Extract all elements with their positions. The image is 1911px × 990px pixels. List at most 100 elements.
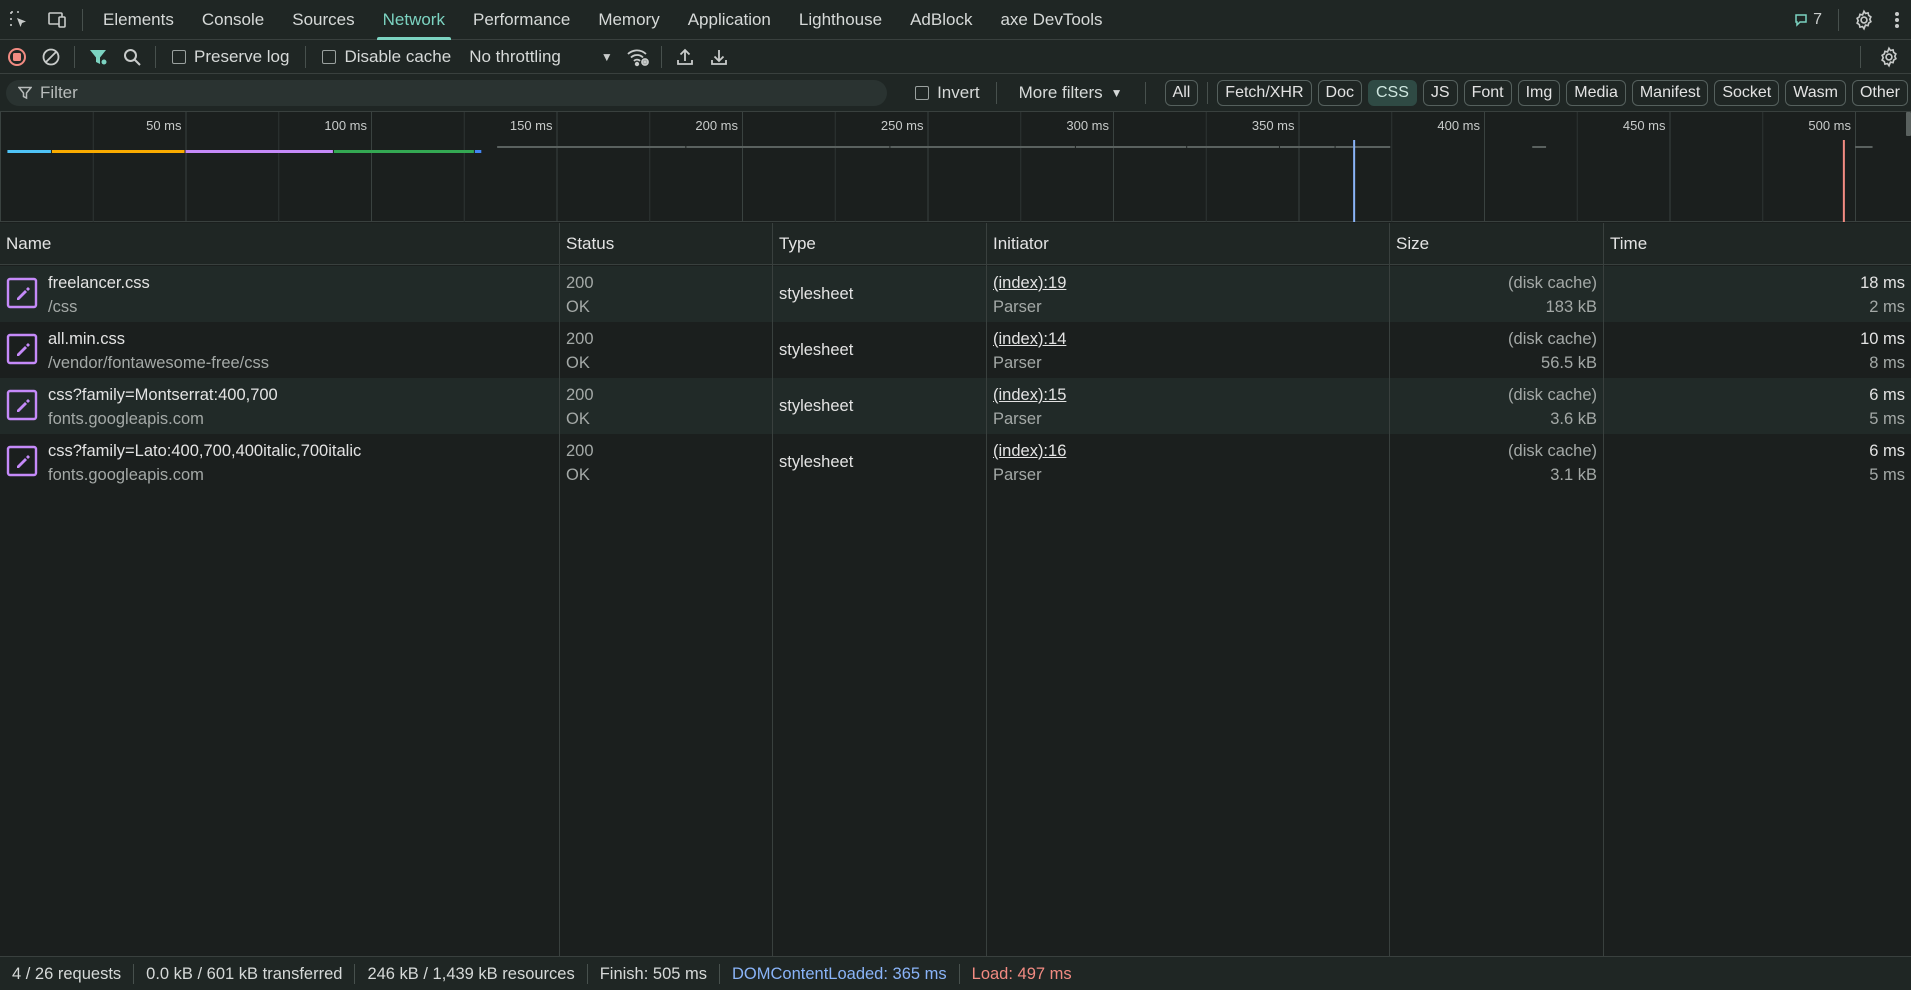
preserve-log-label: Preserve log <box>194 46 290 66</box>
column-divider[interactable] <box>986 223 987 956</box>
request-row[interactable]: css?family=Lato:400,700,400italic,700ita… <box>0 434 1911 490</box>
column-header-status[interactable]: Status <box>560 223 772 265</box>
filter-type-all[interactable]: All <box>1164 79 1199 106</box>
status-text: OK <box>566 410 590 428</box>
filter-type-manifest[interactable]: Manifest <box>1631 79 1709 106</box>
initiator-link[interactable]: (index):16 <box>993 442 1066 460</box>
checkbox-box[interactable] <box>172 49 186 64</box>
name-cell[interactable]: all.min.css /vendor/fontawesome-free/css <box>0 322 559 378</box>
request-bar <box>1187 146 1279 148</box>
network-settings-gear-icon[interactable] <box>1867 40 1911 74</box>
total-time: 18 ms <box>1860 274 1905 292</box>
size-cell: (disk cache) 3.6 kB <box>1390 378 1603 434</box>
initiator-link[interactable]: (index):14 <box>993 330 1066 348</box>
column-header-type[interactable]: Type <box>773 223 986 265</box>
tab-sources[interactable]: Sources <box>278 0 368 40</box>
settings-gear-icon[interactable] <box>1845 0 1883 40</box>
preserve-log-checkbox[interactable]: Preserve log <box>162 47 299 67</box>
separator <box>305 45 307 68</box>
request-name: css?family=Lato:400,700,400italic,700ita… <box>48 442 362 460</box>
request-table-header: Name Status Type Initiator Size Time <box>0 223 1911 265</box>
issues-counter[interactable]: 7 <box>1784 11 1832 29</box>
request-name: all.min.css <box>48 330 126 348</box>
device-toolbar-icon[interactable] <box>38 0 76 40</box>
initiator-cell: (index):19 Parser <box>987 266 1389 322</box>
import-har-icon[interactable] <box>668 40 702 74</box>
request-bar <box>686 146 890 148</box>
export-har-icon[interactable] <box>702 40 736 74</box>
request-row[interactable]: all.min.css /vendor/fontawesome-free/css… <box>0 322 1911 378</box>
timeline-tick-label: 300 ms <box>1066 118 1109 133</box>
search-icon[interactable] <box>115 40 149 74</box>
status-code: 200 <box>566 274 594 292</box>
tab-network[interactable]: Network <box>369 0 459 40</box>
clear-icon[interactable] <box>34 40 68 74</box>
filter-type-js[interactable]: JS <box>1422 79 1458 106</box>
total-time: 10 ms <box>1860 330 1905 348</box>
filter-input[interactable]: Filter <box>6 79 888 106</box>
name-cell[interactable]: css?family=Lato:400,700,400italic,700ita… <box>0 434 559 490</box>
name-cell[interactable]: freelancer.css /css <box>0 266 559 322</box>
filter-type-wasm[interactable]: Wasm <box>1785 79 1846 106</box>
column-divider[interactable] <box>1389 223 1390 956</box>
checkbox-box[interactable] <box>322 49 337 64</box>
tab-adblock[interactable]: AdBlock <box>896 0 986 40</box>
filter-type-css[interactable]: CSS <box>1368 79 1417 106</box>
request-row[interactable]: freelancer.css /css 200 OK stylesheet (i… <box>0 266 1911 322</box>
column-divider[interactable] <box>559 223 560 956</box>
disable-cache-checkbox[interactable]: Disable cache <box>312 47 461 67</box>
timeline-tick-label: 250 ms <box>881 118 924 133</box>
column-header-initiator[interactable]: Initiator <box>987 223 1389 265</box>
resource-type: stylesheet <box>779 452 854 471</box>
filter-type-socket[interactable]: Socket <box>1714 79 1780 106</box>
initiator-link[interactable]: (index):15 <box>993 386 1066 404</box>
filter-type-img[interactable]: Img <box>1517 79 1561 106</box>
stop-recording-icon[interactable] <box>0 40 34 74</box>
total-time: 6 ms <box>1869 442 1905 460</box>
request-bar <box>51 150 185 153</box>
request-bar <box>890 146 1075 148</box>
tab-lighthouse[interactable]: Lighthouse <box>785 0 896 40</box>
status-code: 200 <box>566 386 594 404</box>
tab-memory[interactable]: Memory <box>584 0 673 40</box>
size-cell: (disk cache) 183 kB <box>1390 266 1603 322</box>
filter-type-fetch-xhr[interactable]: Fetch/XHR <box>1217 79 1312 106</box>
more-options-icon[interactable] <box>1883 0 1911 40</box>
overview-timeline[interactable]: 50 ms 100 ms 150 ms 200 ms 250 ms 300 ms 350 m… <box>0 112 1911 222</box>
status-cell: 200 OK <box>560 378 772 434</box>
column-header-name[interactable]: Name <box>0 223 559 265</box>
filter-type-doc[interactable]: Doc <box>1317 79 1362 106</box>
column-header-time[interactable]: Time <box>1604 223 1911 265</box>
tab-axe-devtools[interactable]: axe DevTools <box>986 0 1116 40</box>
throttling-select[interactable]: No throttling ▼ <box>461 47 621 67</box>
name-cell[interactable]: css?family=Montserrat:400,700 fonts.goog… <box>0 378 559 434</box>
filter-type-other[interactable]: Other <box>1851 79 1908 106</box>
column-divider[interactable] <box>772 223 773 956</box>
inspect-element-icon[interactable] <box>0 0 38 40</box>
overview-window-handle <box>1906 112 1911 136</box>
size-cell: (disk cache) 3.1 kB <box>1390 434 1603 490</box>
tab-application[interactable]: Application <box>674 0 785 40</box>
filter-icon[interactable] <box>81 40 115 74</box>
resource-type-filters: All Fetch/XHR Doc CSS JS Font Img Media Manifest… <box>1162 79 1911 106</box>
request-row[interactable]: css?family=Montserrat:400,700 fonts.goog… <box>0 378 1911 434</box>
column-header-size[interactable]: Size <box>1390 223 1603 265</box>
network-overview[interactable]: 50 ms 100 ms 150 ms 200 ms 250 ms 300 ms 350 m… <box>0 112 1911 222</box>
time-cell: 6 ms 5 ms <box>1604 434 1911 490</box>
checkbox-box[interactable] <box>915 85 930 100</box>
network-conditions-icon[interactable] <box>621 40 655 74</box>
more-filters-dropdown[interactable]: More filters ▼ <box>1003 83 1139 103</box>
column-divider[interactable] <box>1603 223 1604 956</box>
filter-placeholder: Filter <box>40 82 78 102</box>
filter-type-media[interactable]: Media <box>1566 79 1626 106</box>
tab-performance[interactable]: Performance <box>459 0 584 40</box>
dom-content-loaded-time: DOMContentLoaded: 365 ms <box>720 963 960 984</box>
filter-type-font[interactable]: Font <box>1463 79 1512 106</box>
tab-elements[interactable]: Elements <box>89 0 188 40</box>
resource-size: 3.6 kB <box>1550 410 1597 428</box>
filter-funnel-icon <box>18 86 32 99</box>
initiator-link[interactable]: (index):19 <box>993 274 1066 292</box>
panel-tabs: Elements Console Sources Network Performance… <box>89 0 1117 40</box>
tab-console[interactable]: Console <box>188 0 278 40</box>
invert-checkbox[interactable]: Invert <box>905 83 990 103</box>
